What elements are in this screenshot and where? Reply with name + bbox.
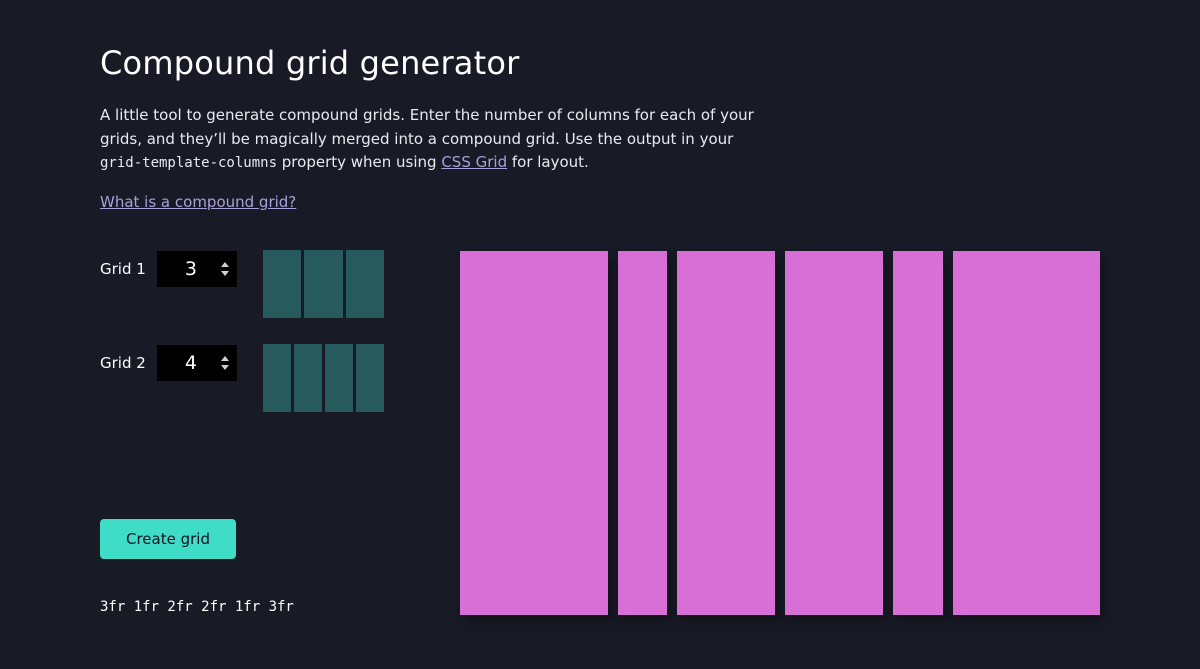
compound-column [952,251,1100,615]
preview-column [325,344,353,412]
grid-1-columns-value[interactable]: 3 [185,251,197,287]
grid-1-label: Grid 1 [100,260,146,278]
page: Compound grid generator A little tool to… [0,0,1200,669]
grid-row-1: Grid 1 3 [100,250,390,318]
compound-column [676,251,775,615]
spinner-down-icon[interactable] [221,365,229,370]
grid-template-output: 3fr 1fr 2fr 2fr 1fr 3fr [100,599,294,615]
preview-column [356,344,384,412]
grid-1-columns-input[interactable]: 3 [157,251,237,287]
spinner-up-icon[interactable] [221,262,229,267]
grid-2-label: Grid 2 [100,354,146,372]
intro-text-part-3: for layout. [507,153,589,171]
intro-text: A little tool to generate compound grids… [100,104,760,176]
compound-column [617,251,667,615]
grid-row-2: Grid 2 4 [100,344,390,412]
intro-text-part-2: property when using [277,153,442,171]
what-is-compound-grid-link[interactable]: What is a compound grid? [100,191,296,213]
page-title: Compound grid generator [100,44,520,82]
preview-column [345,250,384,318]
compound-column [460,251,608,615]
compound-column [893,251,943,615]
grid-2-preview [263,344,384,412]
grid-1-preview [263,250,384,318]
intro-code: grid-template-columns [100,155,278,171]
intro-text-part-1: A little tool to generate compound grids… [100,106,754,148]
compound-column [785,251,884,615]
preview-column [263,344,291,412]
css-grid-link[interactable]: CSS Grid [441,153,507,171]
create-grid-button[interactable]: Create grid [100,519,236,559]
spinner-icon[interactable] [221,356,229,370]
spinner-down-icon[interactable] [221,271,229,276]
preview-column [263,250,302,318]
compound-grid-preview [460,251,1100,615]
spinner-icon[interactable] [221,262,229,276]
grid-2-columns-input[interactable]: 4 [157,345,237,381]
preview-column [304,250,343,318]
spinner-up-icon[interactable] [221,356,229,361]
preview-column [294,344,322,412]
grid-2-columns-value[interactable]: 4 [185,345,197,381]
